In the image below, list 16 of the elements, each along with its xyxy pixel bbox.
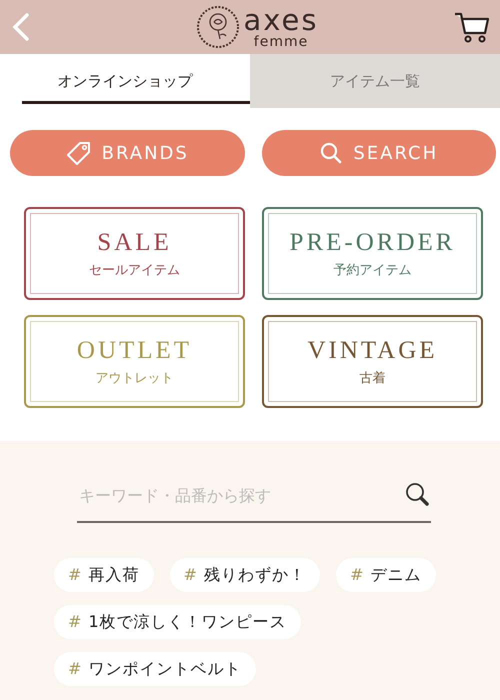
keyword-search-field[interactable]: キーワード・品番から探す [77, 484, 405, 506]
hashtag-chip[interactable]: # 残りわずか！ [170, 558, 320, 592]
hashtag-chip[interactable]: # 再入荷 [54, 558, 154, 592]
logo-wordmark: axes [244, 6, 318, 34]
tag-icon [66, 140, 92, 166]
search-icon[interactable] [405, 482, 431, 508]
hashtag-chip[interactable]: # デニム [336, 558, 436, 592]
hashtag-chip[interactable]: # 1枚で涼しく！ワンピース [54, 605, 301, 639]
category-card[interactable]: VINTAGE 古着 [262, 315, 483, 408]
category-card[interactable]: SALE セールアイテム [24, 207, 245, 300]
hashtag-chip[interactable]: # ワンポイントベルト [54, 652, 256, 686]
rose-emblem-icon [196, 5, 240, 49]
search-icon [319, 141, 344, 165]
category-card[interactable]: PRE-ORDER 予約アイテム [262, 207, 483, 300]
cart-icon[interactable] [454, 11, 490, 43]
logo-subtitle: femme [254, 34, 308, 48]
